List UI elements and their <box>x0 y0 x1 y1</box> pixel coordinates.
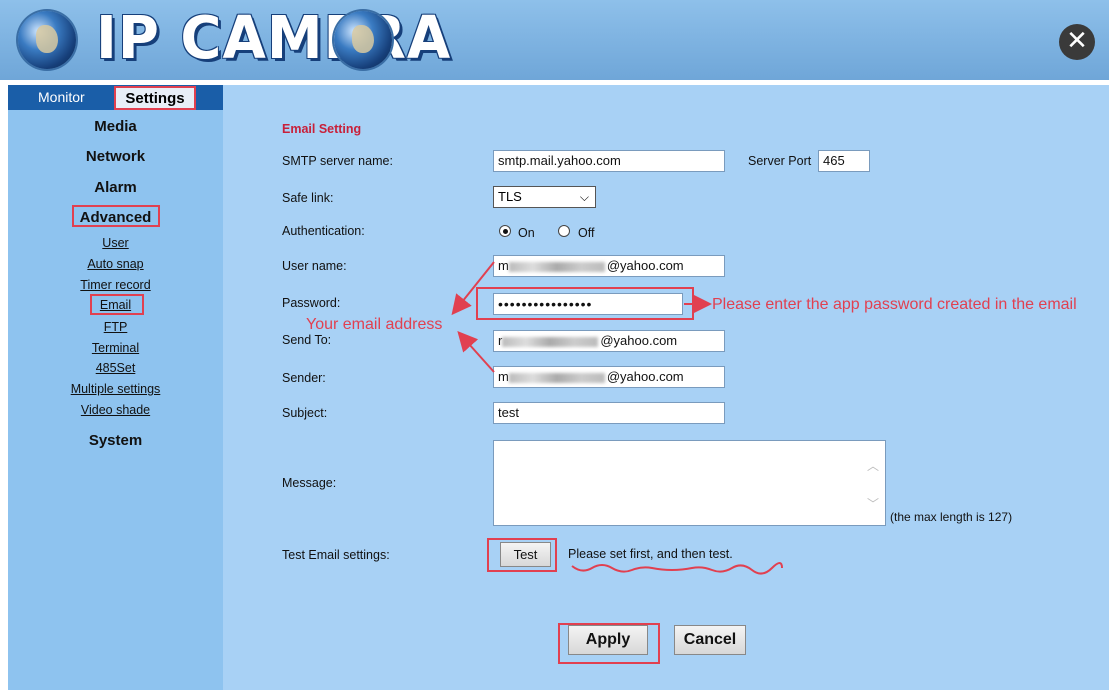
arrow-user-name <box>451 261 495 316</box>
arrow-sender <box>457 331 495 373</box>
annotation-arrows <box>451 261 783 575</box>
squiggle-underline <box>571 562 783 575</box>
